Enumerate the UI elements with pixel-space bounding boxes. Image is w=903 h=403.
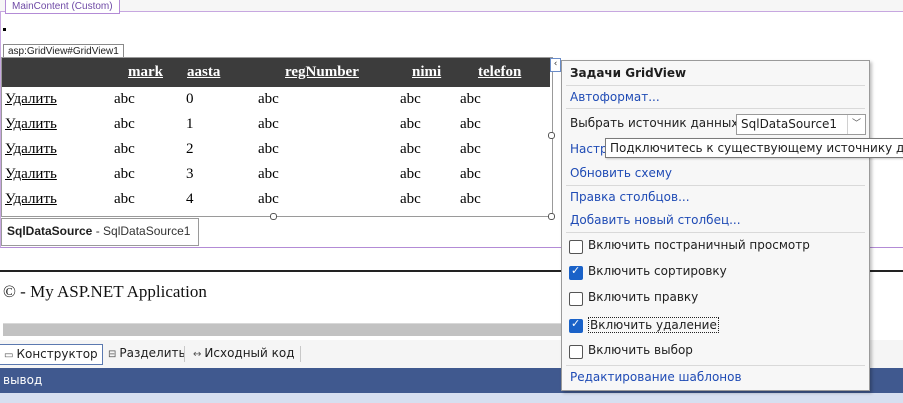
cell-aasta: 0 <box>186 91 194 107</box>
panel-divider <box>566 232 865 233</box>
cell-nimi: abc <box>400 191 421 207</box>
cell-mark: abc <box>114 91 135 107</box>
column-header-telefon[interactable]: telefon <box>478 64 521 81</box>
copyright-text: © - My ASP.NET Application <box>3 282 207 301</box>
tab-separator <box>184 346 185 362</box>
smart-tag-collapse-icon[interactable]: ‹ <box>550 58 561 72</box>
cell-telefon: abc <box>460 191 481 207</box>
table-row: Удалить abc 1 abc abc abc <box>2 113 550 138</box>
cell-regnumber: abc <box>258 141 279 157</box>
cell-nimi: abc <box>400 116 421 132</box>
cell-regnumber: abc <box>258 166 279 182</box>
add-column-link[interactable]: Добавить новый столбец... <box>570 213 741 227</box>
delete-link[interactable]: Удалить <box>5 166 57 183</box>
tab-split-label: Разделить <box>119 346 186 360</box>
sqldatasource-type: SqlDataSource <box>7 224 93 238</box>
table-row: Удалить abc 3 abc abc abc <box>2 163 550 188</box>
cell-regnumber: abc <box>258 116 279 132</box>
checkbox-deleting-label: Включить удаление <box>588 317 719 333</box>
tab-source-label: Исходный код <box>204 346 295 360</box>
source-code-icon: ↔ <box>193 349 202 360</box>
column-header-regnumber[interactable]: regNumber <box>285 64 359 81</box>
split-icon: ⊟ <box>108 349 117 360</box>
cell-telefon: abc <box>460 141 481 157</box>
tab-split[interactable]: ⊟ Разделить <box>104 344 190 363</box>
delete-link[interactable]: Удалить <box>5 116 57 133</box>
configure-datasource-link[interactable]: Настр <box>570 142 608 156</box>
horizontal-scrollbar[interactable] <box>3 323 563 336</box>
resize-handle-bottom[interactable] <box>270 213 277 220</box>
checkbox-editing-label: Включить правку <box>588 290 699 304</box>
choose-datasource-label: Выбрать источник данных <box>570 116 739 130</box>
cell-telefon: abc <box>460 116 481 132</box>
checkbox-paging-label: Включить постраничный просмотр <box>588 238 810 252</box>
cell-mark: abc <box>114 141 135 157</box>
panel-divider <box>566 185 865 186</box>
checkbox-editing[interactable] <box>569 292 583 306</box>
column-header-aasta[interactable]: aasta <box>187 64 220 81</box>
cell-nimi: abc <box>400 166 421 182</box>
checkbox-deleting[interactable] <box>569 317 583 333</box>
checkbox-selection[interactable] <box>569 345 583 359</box>
table-row: Удалить abc 2 abc abc abc <box>2 138 550 163</box>
cell-telefon: abc <box>460 91 481 107</box>
tab-separator <box>300 346 301 362</box>
table-row: Удалить abc 0 abc abc abc <box>2 88 550 113</box>
tab-designer-label: Конструктор <box>16 347 98 361</box>
resize-handle-corner[interactable] <box>548 213 555 220</box>
panel-divider <box>566 108 865 109</box>
cell-mark: abc <box>114 116 135 132</box>
resize-handle-right[interactable] <box>548 132 555 139</box>
cell-mark: abc <box>114 191 135 207</box>
cell-aasta: 2 <box>186 141 194 157</box>
gridview-header: mark aasta regNumber nimi telefon <box>2 58 550 87</box>
tab-source[interactable]: ↔ Исходный код <box>189 344 299 363</box>
sqldatasource-id: - SqlDataSource1 <box>92 224 191 238</box>
table-row: Удалить abc 4 abc abc abc <box>2 188 550 213</box>
gridview-tag[interactable]: asp:GridView#GridView1 <box>3 44 124 58</box>
designer-icon: ▭ <box>4 350 14 361</box>
cell-mark: abc <box>114 166 135 182</box>
checkbox-paging[interactable] <box>569 240 583 254</box>
cell-nimi: abc <box>400 91 421 107</box>
edit-columns-link[interactable]: Правка столбцов... <box>570 190 690 204</box>
panel-divider <box>566 365 865 366</box>
output-title: вывод <box>3 373 43 387</box>
autoformat-link[interactable]: Автоформат... <box>570 90 660 104</box>
sqldatasource-label: SqlDataSource - SqlDataSource1 <box>7 224 190 238</box>
panel-title: Задачи GridView <box>570 66 687 80</box>
checkbox-selection-label: Включить выбор <box>588 343 693 357</box>
delete-link[interactable]: Удалить <box>5 191 57 208</box>
cell-aasta: 3 <box>186 166 194 182</box>
cell-regnumber: abc <box>258 91 279 107</box>
refresh-schema-link[interactable]: Обновить схему <box>570 166 672 180</box>
column-header-mark[interactable]: mark <box>128 64 163 81</box>
cell-nimi: abc <box>400 141 421 157</box>
tooltip: Подключитесь к существующему источнику д… <box>605 138 903 158</box>
chevron-down-icon[interactable]: ﹀ <box>847 115 865 134</box>
delete-link[interactable]: Удалить <box>5 141 57 158</box>
cell-regnumber: abc <box>258 191 279 207</box>
caret-dot <box>3 28 6 31</box>
cell-aasta: 1 <box>186 116 194 132</box>
checkbox-sorting[interactable] <box>569 264 583 280</box>
edit-templates-link[interactable]: Редактирование шаблонов <box>570 370 742 384</box>
cell-telefon: abc <box>460 166 481 182</box>
tab-designer[interactable]: ▭ Конструктор <box>0 344 103 365</box>
checkbox-sorting-label: Включить сортировку <box>588 264 727 278</box>
sqldatasource-control[interactable]: SqlDataSource - SqlDataSource1 <box>1 218 199 246</box>
column-header-nimi[interactable]: nimi <box>412 64 441 81</box>
output-toolbar <box>0 393 903 403</box>
cell-aasta: 4 <box>186 191 194 207</box>
panel-divider <box>566 85 865 86</box>
main-content-tag[interactable]: MainContent (Custom) <box>5 0 120 14</box>
datasource-select[interactable]: SqlDataSource1 ﹀ <box>736 114 866 135</box>
gridview-tasks-panel: Задачи GridView Автоформат... Выбрать ис… <box>561 60 870 391</box>
datasource-select-value: SqlDataSource1 <box>741 117 838 131</box>
delete-link[interactable]: Удалить <box>5 91 57 108</box>
